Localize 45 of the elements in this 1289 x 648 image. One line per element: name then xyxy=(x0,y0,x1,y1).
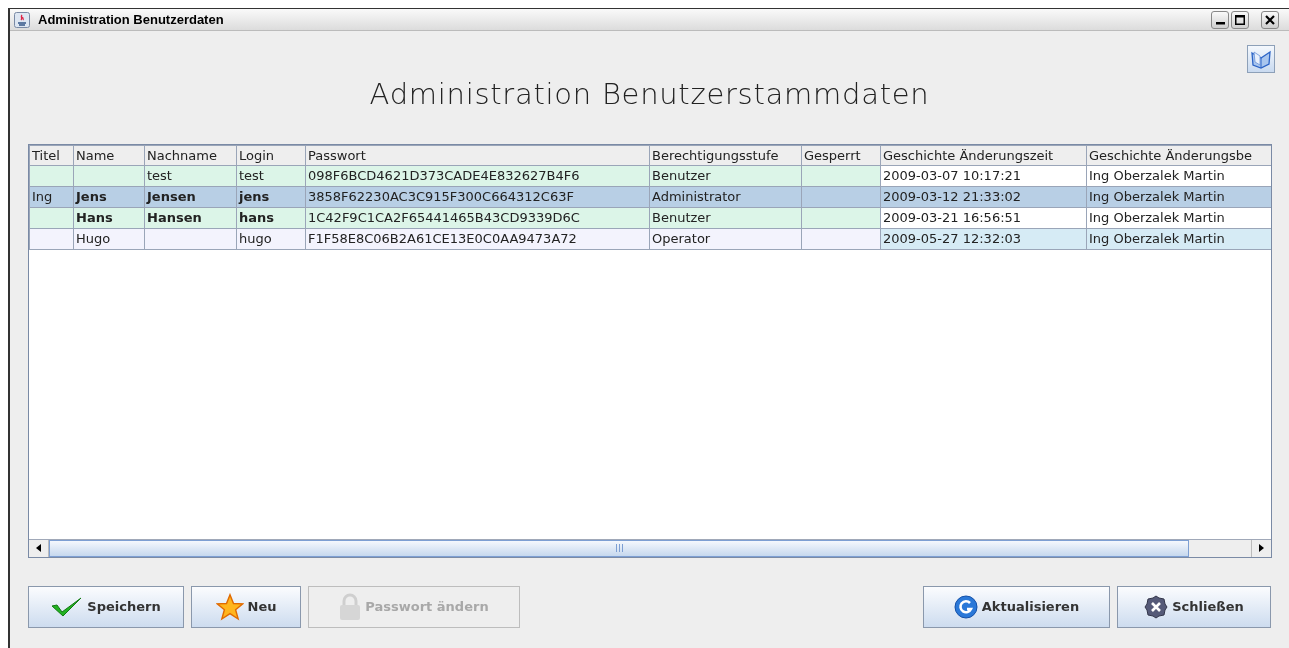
table-row[interactable]: test test 098F6BCD4621D373CADE4E832627B4F6 Benutzer 2009-03-07 10:17:21 Ing Oberzalek Martin xyxy=(29,165,1271,187)
app-icon xyxy=(14,11,30,28)
close-dialog-button[interactable]: Schließen xyxy=(1117,585,1271,628)
column-header[interactable]: Geschichte Änderungsbe xyxy=(1086,145,1271,166)
column-header[interactable]: Berechtigungsstufe xyxy=(649,145,802,166)
right-arrow-icon xyxy=(1259,544,1264,552)
maximize-icon xyxy=(1235,14,1245,25)
table-cell: F1F58E8C06B2A61CE13E0C0AA9473A72 xyxy=(305,228,650,250)
table-cell: 098F6BCD4621D373CADE4E832627B4F6 xyxy=(305,165,650,187)
column-header[interactable]: Name xyxy=(73,145,145,166)
table-cell: 2009-03-12 21:33:02 xyxy=(880,186,1087,208)
column-header[interactable]: Nachname xyxy=(144,145,237,166)
column-header[interactable]: Passwort xyxy=(305,145,650,166)
checkmark-icon xyxy=(51,596,84,617)
table-cell: 1C42F9C1CA2F65441465B43CD9339D6C xyxy=(305,207,650,229)
close-button[interactable] xyxy=(1261,10,1279,29)
new-button[interactable]: Neu xyxy=(191,585,301,628)
column-header[interactable]: Gesperrt xyxy=(801,145,881,166)
table-row[interactable]: Hans Hansen hans 1C42F9C1CA2F65441465B43CD9339D6C Benutzer 2009-03-21 16:56:51 Ing Oberzalek Martin xyxy=(29,207,1271,229)
refresh-button[interactable]: Aktualisieren xyxy=(923,585,1110,628)
table-row[interactable]: Ing Jens Jensen jens 3858F62230AC3C915F300C664312C63F Administrator 2009-03-12 21:33:02 Ing Oberzalek Martin xyxy=(29,186,1271,208)
grip-icon xyxy=(615,544,623,552)
page-heading: Administration Benutzerstammdaten xyxy=(369,76,930,113)
table-row[interactable]: Hugo hugo F1F58E8C06B2A61CE13E0C0AA9473A72 Operator 2009-05-27 12:32:03 Ing Oberzalek Martin xyxy=(29,228,1271,250)
column-header[interactable]: Login xyxy=(236,145,306,166)
maximize-button[interactable] xyxy=(1231,10,1249,29)
table-cell: 3858F62230AC3C915F300C664312C63F xyxy=(305,186,650,208)
column-header[interactable]: Titel xyxy=(29,145,74,166)
table-cell: 2009-03-07 10:17:21 xyxy=(880,165,1087,187)
table-cell: Ing xyxy=(29,186,74,208)
window-title: Administration Benutzerdaten xyxy=(38,10,224,29)
table-cell: 2009-05-27 12:32:03 xyxy=(880,228,1087,250)
refresh-icon xyxy=(953,594,978,619)
padlock-icon xyxy=(339,592,362,621)
minimize-button[interactable] xyxy=(1211,10,1229,29)
close-icon xyxy=(1265,14,1275,25)
minimize-icon xyxy=(1215,21,1225,25)
book-icon xyxy=(1250,49,1272,69)
column-header[interactable]: Geschichte Änderungszeit xyxy=(880,145,1087,166)
save-button[interactable]: Speichern xyxy=(28,585,184,628)
star-icon xyxy=(215,592,244,621)
help-book-button[interactable] xyxy=(1247,45,1275,73)
close-icon xyxy=(1144,594,1169,619)
left-arrow-icon xyxy=(36,544,41,552)
table-cell: 2009-03-21 16:56:51 xyxy=(880,207,1087,229)
